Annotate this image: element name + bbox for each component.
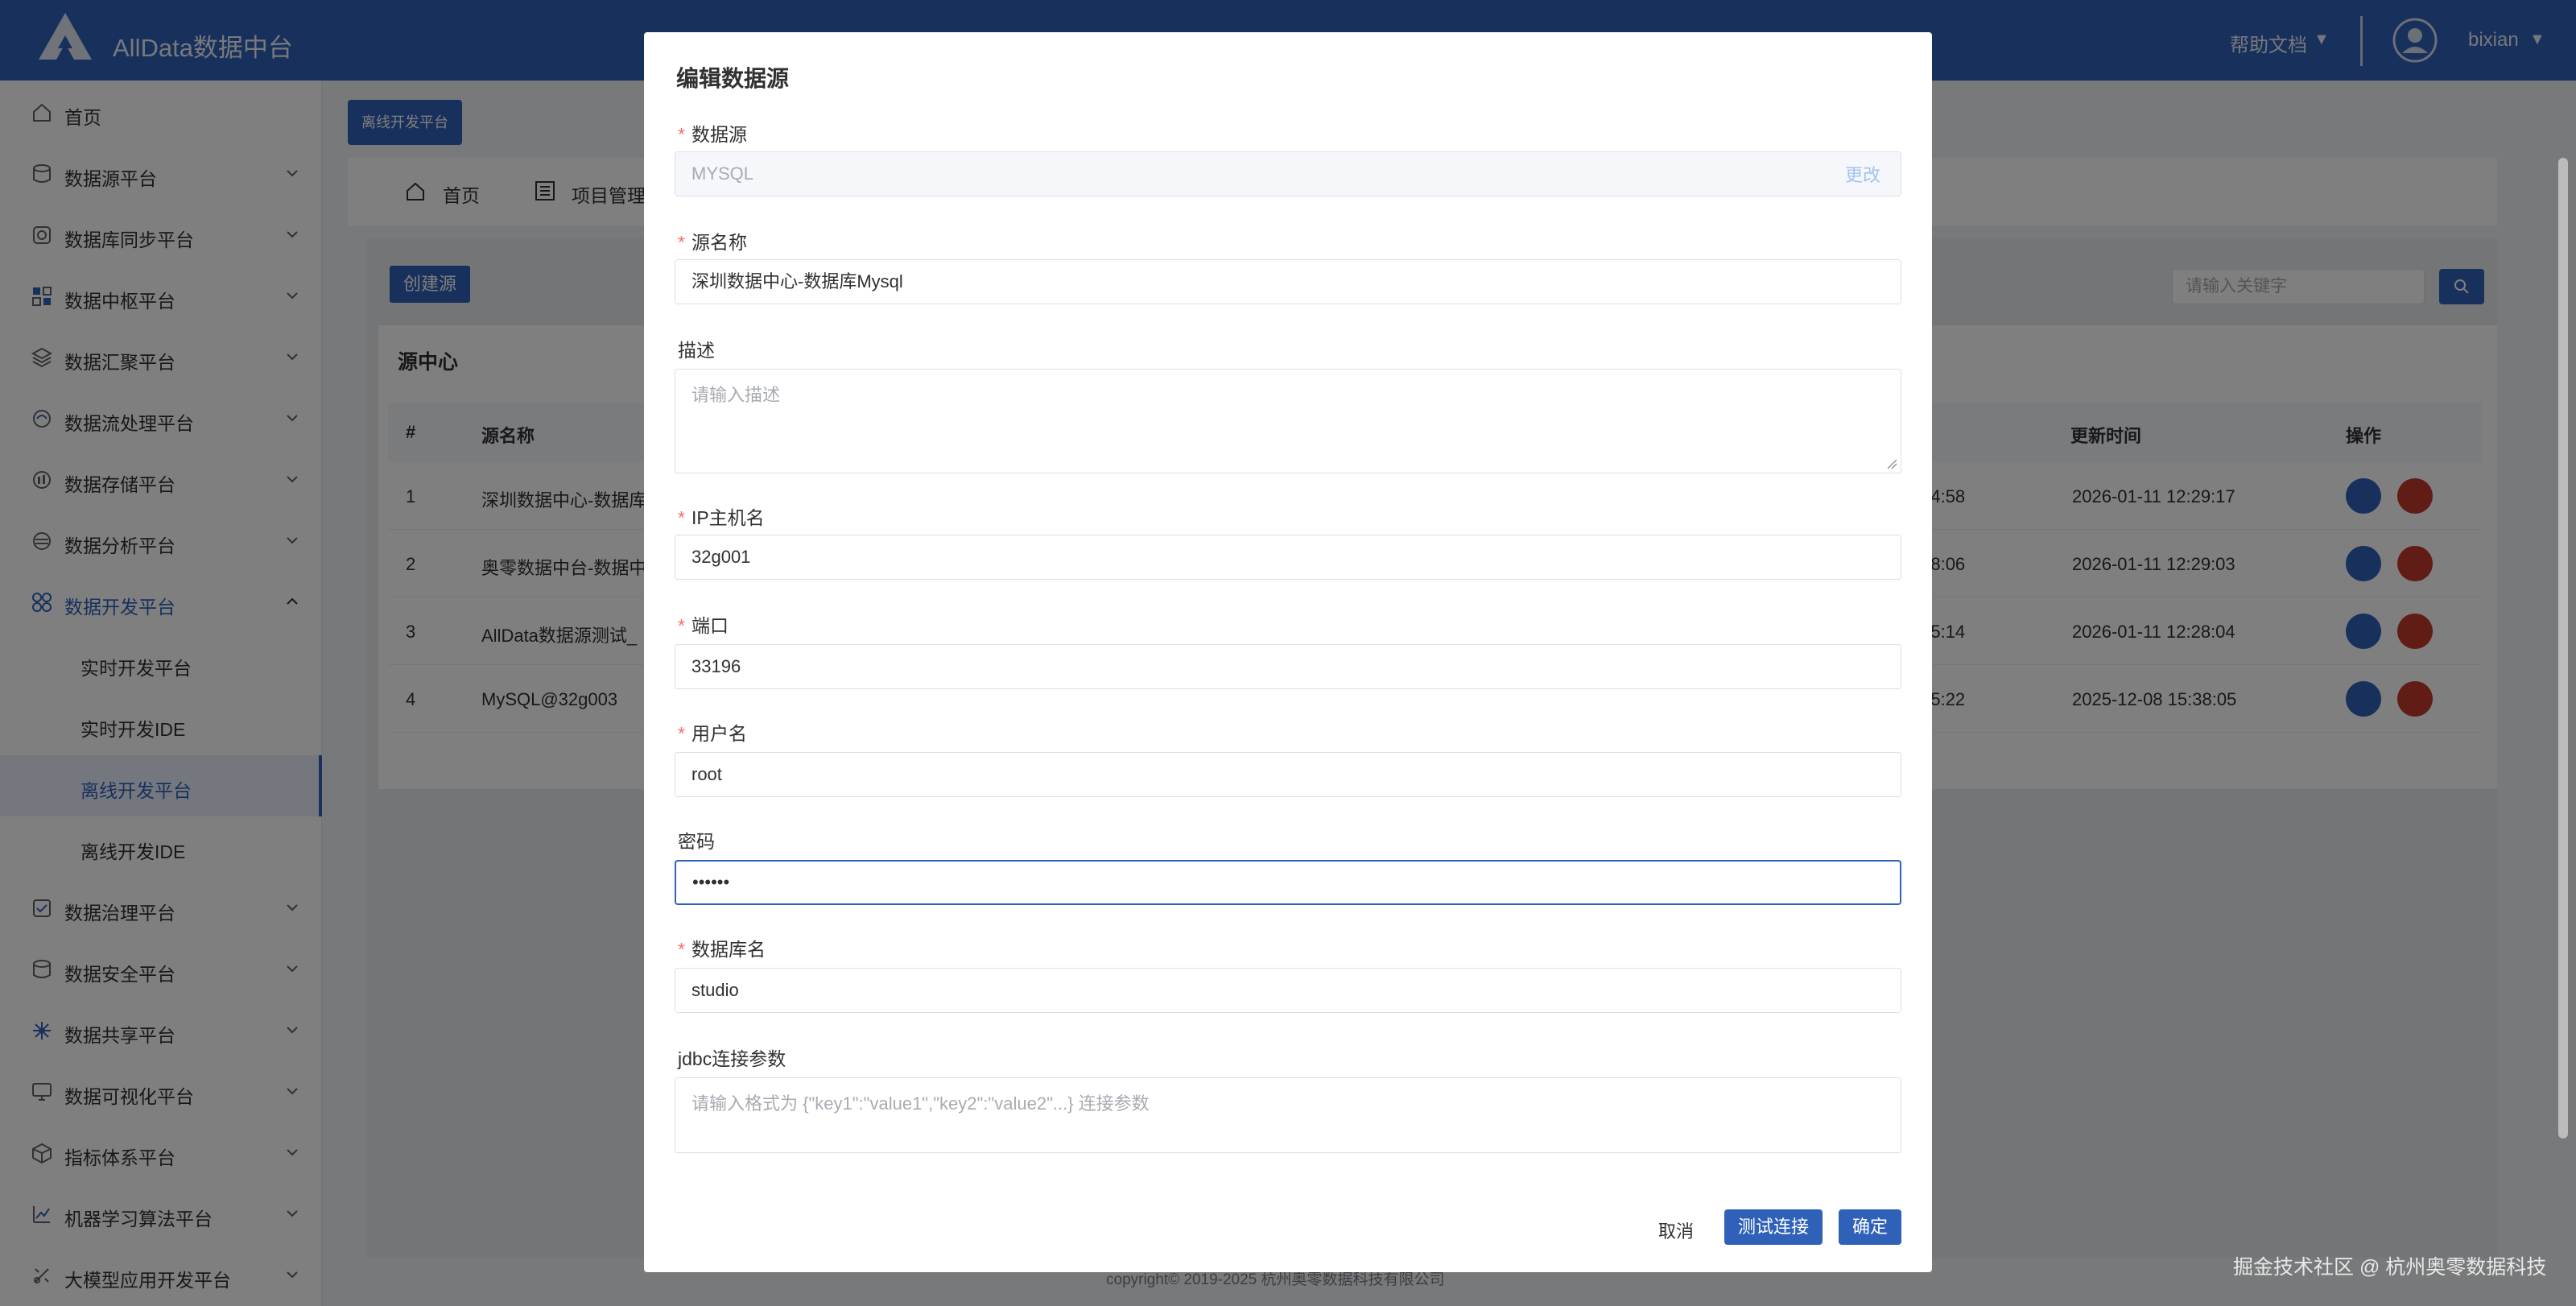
required-mark: * <box>678 507 685 528</box>
source-type-label: * 数据源 <box>678 124 747 145</box>
description-label: 描述 <box>678 340 715 361</box>
watermark-text: 掘金技术社区 @ 杭州奥零数据科技 <box>2233 1256 2547 1279</box>
dbname-label: * 数据库名 <box>678 939 766 960</box>
host-input[interactable]: 32g001 <box>675 535 1901 580</box>
required-mark: * <box>678 615 685 636</box>
required-mark: * <box>678 723 685 744</box>
dbname-input[interactable]: studio <box>675 968 1901 1013</box>
username-input[interactable]: root <box>675 752 1901 797</box>
jdbc-placeholder: 请输入格式为 {"key1":"value1","key2":"value2".… <box>691 1093 1150 1114</box>
edit-datasource-dialog: 编辑数据源 * 数据源 MYSQL 更改 * 源名称 深圳数据中心-数据库Mysql… <box>644 32 1932 1272</box>
jdbc-label: jdbc连接参数 <box>678 1048 786 1069</box>
page-scrollbar[interactable] <box>2558 158 2568 1139</box>
resize-grip-icon[interactable] <box>1886 458 1897 469</box>
test-connection-button[interactable]: 测试连接 <box>1724 1209 1823 1245</box>
password-label: 密码 <box>678 831 715 852</box>
description-textarea[interactable]: 请输入描述 <box>675 369 1901 473</box>
confirm-button[interactable]: 确定 <box>1839 1209 1901 1245</box>
cancel-button[interactable]: 取消 <box>1658 1217 1694 1243</box>
source-type-field: MYSQL <box>675 151 1901 196</box>
port-label: * 端口 <box>678 615 729 636</box>
host-label: * IP主机名 <box>678 507 765 528</box>
password-input[interactable]: •••••• <box>675 860 1901 905</box>
required-mark: * <box>678 124 685 145</box>
required-mark: * <box>678 939 685 960</box>
jdbc-params-textarea[interactable]: 请输入格式为 {"key1":"value1","key2":"value2".… <box>675 1077 1901 1153</box>
source-name-input[interactable]: 深圳数据中心-数据库Mysql <box>675 259 1901 304</box>
source-name-label: * 源名称 <box>678 232 747 253</box>
description-placeholder: 请输入描述 <box>691 385 781 405</box>
change-source-link[interactable]: 更改 <box>1845 161 1880 187</box>
username-label: * 用户名 <box>678 723 747 744</box>
required-mark: * <box>678 232 685 253</box>
port-input[interactable]: 33196 <box>675 644 1901 689</box>
dialog-title: 编辑数据源 <box>676 66 790 91</box>
